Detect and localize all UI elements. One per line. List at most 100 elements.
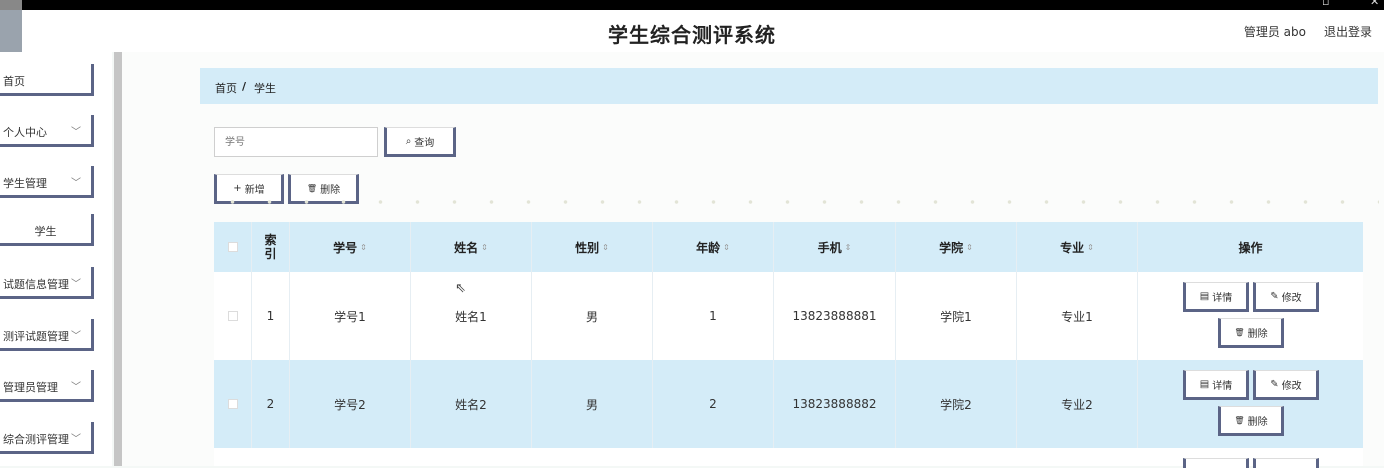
detail-icon: ▤ xyxy=(1199,378,1210,390)
logout-link[interactable]: 退出登录 xyxy=(1324,23,1372,40)
sidebar-item-personal-center[interactable]: 个人中心 ﹀ xyxy=(0,115,94,147)
cell-index: 1 xyxy=(252,272,290,360)
cell-index: 2 xyxy=(252,360,290,448)
chevron-down-icon: ﹀ xyxy=(71,178,81,189)
sort-icon[interactable]: ⇕ xyxy=(481,243,488,252)
sort-icon[interactable]: ⇕ xyxy=(360,243,367,252)
trash-icon: 🗑 xyxy=(1234,415,1245,425)
detail-icon: ▤ xyxy=(1199,290,1210,302)
sidebar-item-home[interactable]: 首页 xyxy=(0,64,94,96)
index-header-bottom: 引 xyxy=(264,247,277,261)
sidebar-item-student-management[interactable]: 学生管理 ﹀ xyxy=(0,166,94,198)
sort-icon[interactable]: ⇕ xyxy=(723,243,730,252)
sidebar: 首页 个人中心 ﹀ 学生管理 ﹀ 学生 试题信息管理 ﹀ 测评试题管理 ﹀ 管理… xyxy=(0,52,112,466)
sidebar-item-admin-management[interactable]: 管理员管理 ﹀ xyxy=(0,370,94,402)
breadcrumb-home[interactable]: 首页 xyxy=(215,80,237,96)
sidebar-item-label: 个人中心 xyxy=(3,126,47,139)
header-label: 姓名 xyxy=(454,240,479,255)
row-checkbox[interactable] xyxy=(227,399,238,409)
chevron-down-icon: ﹀ xyxy=(71,434,81,445)
breadcrumb: 首页 / 学生 xyxy=(200,68,1378,104)
column-header-student-no[interactable]: 学号 ⇕ xyxy=(290,222,411,272)
edit-button[interactable] xyxy=(1253,458,1319,468)
detail-button[interactable]: ▤ 详情 xyxy=(1183,282,1249,312)
cell-college: 学院1 xyxy=(896,272,1017,360)
sidebar-item-question-info[interactable]: 试题信息管理 ﹀ xyxy=(0,267,94,299)
select-all-cell xyxy=(214,222,252,272)
column-header-phone[interactable]: 手机 ⇕ xyxy=(774,222,896,272)
header-label: 操作 xyxy=(1238,240,1263,255)
breadcrumb-current: 学生 xyxy=(254,82,276,95)
cell-gender: 男 xyxy=(532,272,653,360)
column-header-major[interactable]: 专业 ⇕ xyxy=(1017,222,1138,272)
app-header: 学生综合测评系统 管理员 abo 退出登录 xyxy=(0,10,1384,52)
column-header-name[interactable]: 姓名 ⇕ xyxy=(411,222,532,272)
sidebar-item-label: 试题信息管理 xyxy=(3,278,69,291)
edit-button-label: 修改 xyxy=(1281,292,1302,304)
sidebar-item-comprehensive-eval[interactable]: 综合测评管理 ﹀ xyxy=(0,422,94,454)
restore-icon[interactable]: ▫ xyxy=(1322,0,1329,8)
cell-age: 2 xyxy=(653,360,774,448)
column-header-index: 索 引 xyxy=(252,222,290,272)
sidebar-subitem-student[interactable]: 学生 xyxy=(0,214,94,246)
select-all-checkbox[interactable] xyxy=(227,242,238,252)
sidebar-item-label: 学生 xyxy=(34,225,57,238)
header-label: 手机 xyxy=(817,240,842,255)
breadcrumb-separator: / xyxy=(242,80,247,93)
chevron-down-icon: ﹀ xyxy=(71,127,81,138)
edit-button[interactable]: ✎ 修改 xyxy=(1253,282,1319,312)
column-header-college[interactable]: 学院 ⇕ xyxy=(896,222,1017,272)
row-checkbox[interactable] xyxy=(227,311,238,321)
row-delete-button[interactable]: 🗑 删除 xyxy=(1218,318,1284,348)
sidebar-scrollbar[interactable] xyxy=(114,52,122,466)
cell-college: 学院2 xyxy=(896,360,1017,448)
window-top-strip: ▫ ✕ xyxy=(0,0,1384,10)
search-button[interactable]: ⌕ 查询 xyxy=(384,127,456,157)
detail-button[interactable]: ▤ 详情 xyxy=(1183,370,1249,400)
edit-button[interactable]: ✎ 修改 xyxy=(1253,370,1319,400)
chevron-down-icon: ﹀ xyxy=(71,382,81,393)
edit-icon: ✎ xyxy=(1270,290,1279,302)
cell-student-no: 学号2 xyxy=(290,360,411,448)
index-header-top: 索 xyxy=(264,233,277,247)
decorative-dots xyxy=(214,199,1379,205)
sidebar-item-label: 综合测评管理 xyxy=(3,433,69,446)
student-no-search-input[interactable] xyxy=(214,127,378,157)
sidebar-item-label: 测评试题管理 xyxy=(3,330,69,343)
table-row: 1 学号1 姓名1 男 1 13823888881 学院1 专业1 ▤ 详情 ✎… xyxy=(214,272,1363,360)
sidebar-item-eval-questions[interactable]: 测评试题管理 ﹀ xyxy=(0,319,94,351)
sort-icon[interactable]: ⇕ xyxy=(845,243,852,252)
cell-ops: ▤ 详情 ✎ 修改 🗑 删除 xyxy=(1138,360,1363,448)
row-delete-button-label: 删除 xyxy=(1247,416,1268,428)
sort-icon[interactable]: ⇕ xyxy=(1087,243,1094,252)
add-button-label: 新增 xyxy=(244,184,265,196)
header-label: 年龄 xyxy=(696,240,721,255)
close-icon[interactable]: ✕ xyxy=(1370,0,1379,8)
sidebar-item-label: 首页 xyxy=(3,75,25,88)
row-select-cell xyxy=(214,272,252,360)
trash-icon: 🗑 xyxy=(1234,327,1245,337)
delete-button-label: 删除 xyxy=(320,184,341,196)
sort-icon[interactable]: ⇕ xyxy=(602,243,609,252)
cell-phone: 13823888882 xyxy=(774,360,896,448)
column-header-ops: 操作 xyxy=(1138,222,1363,272)
detail-button[interactable] xyxy=(1183,458,1249,468)
column-header-age[interactable]: 年龄 ⇕ xyxy=(653,222,774,272)
row-delete-button-label: 删除 xyxy=(1247,328,1268,340)
cell-major: 专业2 xyxy=(1017,360,1138,448)
sidebar-item-label: 管理员管理 xyxy=(3,381,58,394)
header-label: 性别 xyxy=(575,240,600,255)
row-delete-button[interactable]: 🗑 删除 xyxy=(1218,406,1284,436)
header-label: 专业 xyxy=(1060,240,1085,255)
cell-major: 专业1 xyxy=(1017,272,1138,360)
cell-name: 姓名1 xyxy=(411,272,532,360)
plus-icon: + xyxy=(233,182,242,194)
detail-button-label: 详情 xyxy=(1212,380,1233,392)
cell-gender: 男 xyxy=(532,360,653,448)
table-header: 索 引 学号 ⇕ 姓名 ⇕ 性别 ⇕ 年龄 ⇕ 手机 ⇕ 学院 ⇕ 专业 ⇕ 操作 xyxy=(214,222,1363,272)
column-header-gender[interactable]: 性别 ⇕ xyxy=(532,222,653,272)
sort-icon[interactable]: ⇕ xyxy=(966,243,973,252)
edit-button-label: 修改 xyxy=(1281,380,1302,392)
sidebar-item-label: 学生管理 xyxy=(3,177,47,190)
header-label: 学号 xyxy=(333,240,358,255)
